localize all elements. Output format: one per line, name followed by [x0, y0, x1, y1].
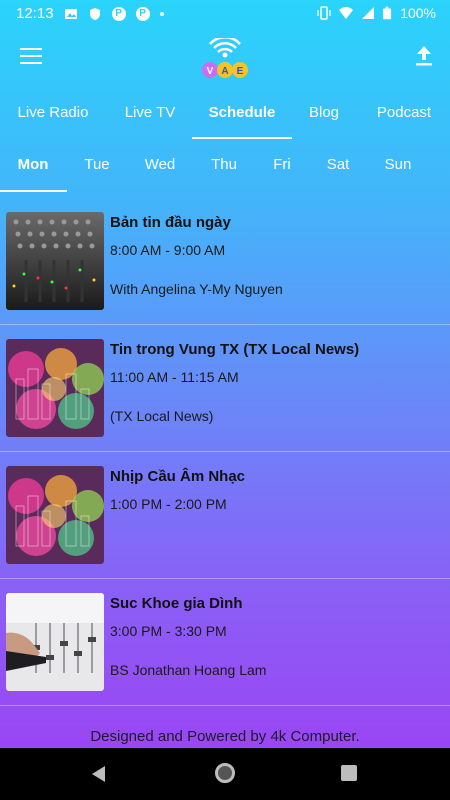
program-host: BS Jonathan Hoang Lam — [110, 662, 267, 678]
app-bar: V A E — [0, 28, 450, 88]
tab-schedule[interactable]: Schedule — [196, 96, 288, 140]
schedule-item[interactable]: Tin trong Vung TX (TX Local News) 11:00 … — [0, 325, 450, 452]
schedule-item[interactable]: Bản tin đầu ngày 8:00 AM - 9:00 AM With … — [0, 198, 450, 325]
day-indicator — [0, 190, 67, 192]
day-tab-wed[interactable]: Wed — [133, 145, 187, 193]
program-time: 3:00 PM - 3:30 PM — [110, 623, 227, 639]
recent-apps-icon[interactable] — [341, 765, 357, 781]
p-icon: P — [135, 6, 150, 21]
status-bar: 12:13 P P 100% — [0, 0, 450, 28]
home-icon[interactable] — [215, 763, 235, 783]
logo-letter-a: A — [221, 66, 228, 77]
program-title: Nhịp Cầu Âm Nhạc — [110, 468, 246, 485]
logo-letter-e: E — [237, 66, 244, 77]
signal-icon — [362, 7, 375, 19]
schedule-item[interactable]: Suc Khoe gia Dình 3:00 PM - 3:30 PM BS J… — [0, 579, 450, 706]
wifi-icon — [339, 7, 354, 19]
tab-indicator — [192, 137, 292, 139]
logo-letter-v: V — [207, 66, 214, 77]
program-title: Tin trong Vung TX (TX Local News) — [110, 341, 360, 358]
tab-live-radio[interactable]: Live Radio — [8, 96, 98, 140]
vae-logo: V A E — [202, 38, 248, 78]
image-icon — [64, 8, 77, 19]
city-bokeh-thumbnail — [6, 339, 104, 437]
program-time: 11:00 AM - 11:15 AM — [110, 369, 239, 385]
program-time: 8:00 AM - 9:00 AM — [110, 242, 226, 258]
mixer-console-thumbnail — [6, 212, 104, 310]
schedule-list: Bản tin đầu ngày 8:00 AM - 9:00 AM With … — [0, 198, 450, 706]
navigation-bar — [0, 748, 450, 800]
footer-credit: Designed and Powered by 4k Computer. — [90, 728, 360, 745]
shield-icon — [89, 7, 100, 20]
day-tabs: Mon Tue Wed Thu Fri Sat Sun — [0, 145, 450, 193]
program-title: Bản tin đầu ngày — [110, 214, 231, 231]
tab-blog[interactable]: Blog — [296, 96, 352, 140]
upload-icon[interactable] — [414, 44, 434, 68]
program-host: (TX Local News) — [110, 408, 214, 424]
day-tab-thu[interactable]: Thu — [197, 145, 251, 193]
tab-live-tv[interactable]: Live TV — [110, 96, 190, 140]
day-tab-mon[interactable]: Mon — [6, 145, 60, 193]
battery-icon — [383, 6, 392, 20]
city-bokeh-thumbnail — [6, 466, 104, 564]
main-tabs: Live Radio Live TV Schedule Blog Podcast — [0, 96, 450, 140]
dot-icon — [159, 11, 164, 16]
day-tab-fri[interactable]: Fri — [255, 145, 309, 193]
mixer-hand-thumbnail — [6, 593, 104, 691]
program-title: Suc Khoe gia Dình — [110, 595, 243, 612]
program-time: 1:00 PM - 2:00 PM — [110, 496, 227, 512]
program-host: With Angelina Y-My Nguyen — [110, 281, 283, 297]
tab-podcast[interactable]: Podcast — [364, 96, 444, 140]
hamburger-menu-icon[interactable] — [20, 48, 42, 66]
day-tab-sat[interactable]: Sat — [311, 145, 365, 193]
p-icon: P — [111, 6, 126, 21]
back-icon[interactable] — [92, 766, 105, 782]
status-time: 12:13 — [16, 5, 54, 22]
day-tab-tue[interactable]: Tue — [70, 145, 124, 193]
vibrate-icon — [317, 6, 331, 20]
schedule-item[interactable]: Nhịp Cầu Âm Nhạc 1:00 PM - 2:00 PM — [0, 452, 450, 579]
battery-percent: 100% — [400, 5, 436, 21]
day-tab-sun[interactable]: Sun — [371, 145, 425, 193]
app-screen: 12:13 P P 100% V A E Live Radio Live TV … — [0, 0, 450, 748]
